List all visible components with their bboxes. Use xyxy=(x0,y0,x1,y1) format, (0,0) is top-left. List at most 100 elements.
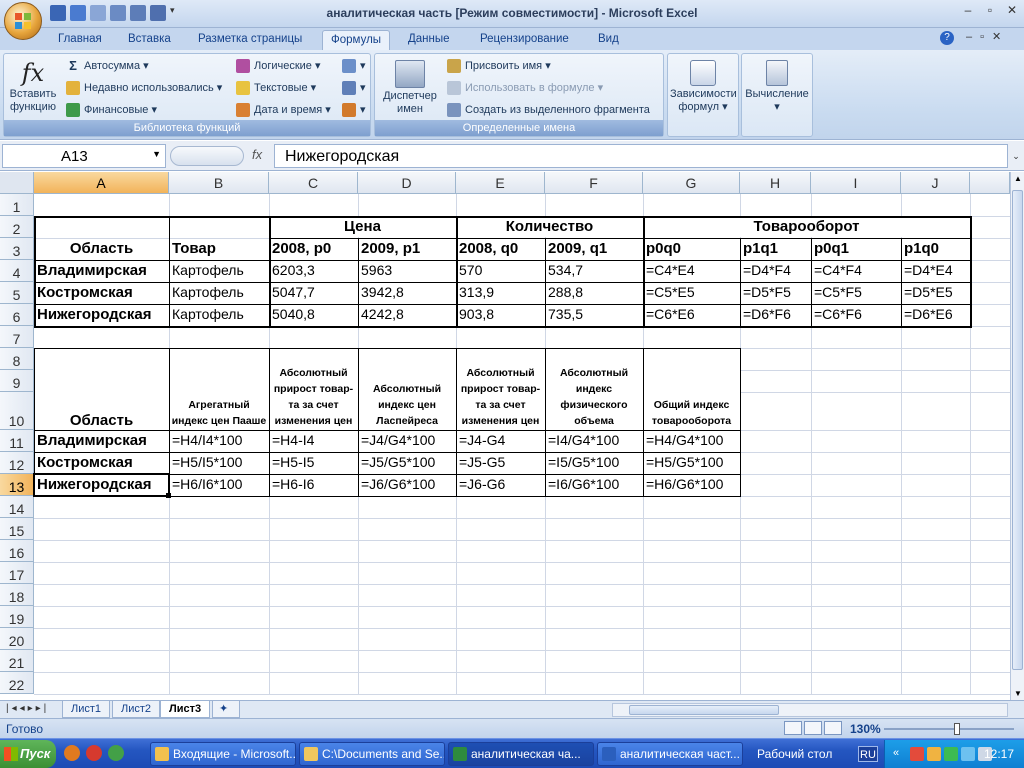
normal-view-button[interactable] xyxy=(784,721,802,735)
table2-header-G[interactable]: Общий индекс товарооборота xyxy=(643,349,740,429)
fx-button[interactable]: fx xyxy=(252,147,262,162)
table2-cell-A12[interactable]: Костромская xyxy=(34,454,169,473)
tray-icon-3[interactable] xyxy=(944,747,958,761)
table1-cell-F5[interactable]: 288,8 xyxy=(545,284,643,303)
workbook-controls[interactable]: –▫✕ xyxy=(966,30,1009,43)
insert-sheet-icon[interactable]: ✦ xyxy=(212,701,240,718)
more-functions-button[interactable]: ▾ xyxy=(342,103,366,118)
table1-header-C[interactable]: 2008, p0 xyxy=(269,240,358,259)
quantity-group-header[interactable]: Количество xyxy=(456,218,643,237)
table2-cell-C12[interactable]: =H5-I5 xyxy=(269,454,358,473)
tab-review[interactable]: Рецензирование xyxy=(472,30,577,50)
table2-cell-G11[interactable]: =H4/G4*100 xyxy=(643,432,740,451)
table1-header-I[interactable]: p0q1 xyxy=(811,240,901,259)
row-header-19[interactable]: 19 xyxy=(0,606,34,628)
table1-cell-B4[interactable]: Картофель xyxy=(169,262,269,281)
table2-header-C[interactable]: Абсолютный прирост товар-та за счет изме… xyxy=(269,349,358,429)
table2-cell-E12[interactable]: =J5-G5 xyxy=(456,454,545,473)
row-header-10[interactable]: 10 xyxy=(0,392,34,430)
sheet-tab-1[interactable]: Лист1 xyxy=(62,701,111,718)
scroll-down-icon[interactable]: ▼ xyxy=(1014,689,1022,698)
table2-header-A[interactable]: Область xyxy=(34,349,169,429)
table2-cell-A11[interactable]: Владимирская xyxy=(34,432,169,451)
lookup-functions-button[interactable]: ▾ xyxy=(342,59,366,74)
table2-cell-B13[interactable]: =H6/I6*100 xyxy=(169,476,269,495)
table1-cell-F6[interactable]: 735,5 xyxy=(545,306,643,325)
app-icon[interactable] xyxy=(108,745,124,761)
table2-cell-B11[interactable]: =H4/I4*100 xyxy=(169,432,269,451)
fill-handle[interactable] xyxy=(166,493,171,498)
close-button[interactable]: ✕ xyxy=(1004,3,1020,17)
row-header-4[interactable]: 4 xyxy=(0,260,34,282)
tab-insert[interactable]: Вставка xyxy=(120,30,179,50)
row-header-12[interactable]: 12 xyxy=(0,452,34,474)
table1-cell-G4[interactable]: =C4*E4 xyxy=(643,262,740,281)
financial-functions-button[interactable]: Финансовые ▾ xyxy=(66,103,157,118)
turnover-group-header[interactable]: Товарооборот xyxy=(643,218,970,237)
table1-cell-B6[interactable]: Картофель xyxy=(169,306,269,325)
tab-page-layout[interactable]: Разметка страницы xyxy=(190,30,310,50)
help-icon[interactable]: ? xyxy=(940,31,954,45)
formula-bar-resize-handle[interactable] xyxy=(170,146,244,166)
sheet-tab-2[interactable]: Лист2 xyxy=(112,701,161,718)
table2-cell-F13[interactable]: =I6/G6*100 xyxy=(545,476,643,495)
table1-cell-D5[interactable]: 3942,8 xyxy=(358,284,456,303)
table1-cell-J5[interactable]: =D5*E5 xyxy=(901,284,970,303)
table1-header-G[interactable]: p0q0 xyxy=(643,240,740,259)
vertical-scrollbar[interactable]: ▲ ▼ xyxy=(1010,172,1024,700)
autosum-button[interactable]: Σ Автосумма ▾ xyxy=(66,59,149,73)
table2-cell-C13[interactable]: =H6-I6 xyxy=(269,476,358,495)
datetime-functions-button[interactable]: Дата и время ▾ xyxy=(236,103,331,118)
column-header-B[interactable]: B xyxy=(169,172,269,194)
table1-cell-J4[interactable]: =D4*E4 xyxy=(901,262,970,281)
table2-cell-B12[interactable]: =H5/I5*100 xyxy=(169,454,269,473)
table1-header-F[interactable]: 2009, q1 xyxy=(545,240,643,259)
table1-cell-I4[interactable]: =C4*F4 xyxy=(811,262,901,281)
column-header-J[interactable]: J xyxy=(901,172,970,194)
table2-header-D[interactable]: Абсолютный индекс цен Ласпейреса xyxy=(358,349,456,429)
table2-header-B[interactable]: Агрегатный индекс цен Пааше xyxy=(169,349,269,429)
table1-header-J[interactable]: p1q0 xyxy=(901,240,970,259)
table2-cell-D13[interactable]: =J6/G6*100 xyxy=(358,476,456,495)
tray-expand-icon[interactable]: « xyxy=(893,747,907,761)
taskbar-excel[interactable]: аналитическая ча... xyxy=(448,742,594,766)
row-header-5[interactable]: 5 xyxy=(0,282,34,304)
maximize-button[interactable]: ▫ xyxy=(982,3,998,17)
row-header-8[interactable]: 8 xyxy=(0,348,34,370)
taskbar-explorer[interactable]: C:\Documents and Se... xyxy=(299,742,445,766)
column-header-C[interactable]: C xyxy=(269,172,358,194)
row-header-16[interactable]: 16 xyxy=(0,540,34,562)
table1-cell-F4[interactable]: 534,7 xyxy=(545,262,643,281)
row-header-13[interactable]: 13 xyxy=(0,474,34,496)
column-header-E[interactable]: E xyxy=(456,172,545,194)
row-header-22[interactable]: 22 xyxy=(0,672,34,694)
define-name-button[interactable]: Присвоить имя ▾ xyxy=(447,59,551,74)
tray-icon-4[interactable] xyxy=(961,747,975,761)
vertical-scroll-thumb[interactable] xyxy=(1012,190,1023,670)
table1-cell-C4[interactable]: 6203,3 xyxy=(269,262,358,281)
column-header-G[interactable]: G xyxy=(643,172,740,194)
horizontal-scrollbar[interactable] xyxy=(612,703,1008,717)
zoom-level[interactable]: 130% xyxy=(850,722,881,736)
taskbar-outlook[interactable]: Входящие - Microsoft... xyxy=(150,742,296,766)
page-layout-view-button[interactable] xyxy=(804,721,822,735)
calculation-button[interactable]: Вычисление ▾ xyxy=(744,58,810,114)
name-manager-button[interactable]: Диспетчер имен xyxy=(377,58,443,116)
taskbar-word[interactable]: аналитическая част... xyxy=(597,742,743,766)
table1-cell-A6[interactable]: Нижегородская xyxy=(34,306,169,325)
row-header-14[interactable]: 14 xyxy=(0,496,34,518)
table1-cell-G6[interactable]: =C6*E6 xyxy=(643,306,740,325)
tab-home[interactable]: Главная xyxy=(50,30,110,50)
table1-cell-C5[interactable]: 5047,7 xyxy=(269,284,358,303)
active-cell-selection[interactable] xyxy=(33,473,170,497)
table2-cell-F11[interactable]: =I4/G4*100 xyxy=(545,432,643,451)
table1-cell-B5[interactable]: Картофель xyxy=(169,284,269,303)
table1-header-B[interactable]: Товар xyxy=(169,240,269,259)
table2-cell-D12[interactable]: =J5/G5*100 xyxy=(358,454,456,473)
table2-cell-G12[interactable]: =H5/G5*100 xyxy=(643,454,740,473)
sheet-nav-buttons[interactable]: |◂◂▸▸| xyxy=(6,703,49,714)
row-header-20[interactable]: 20 xyxy=(0,628,34,650)
expand-formula-bar-icon[interactable]: ⌄ xyxy=(1010,146,1022,166)
row-header-1[interactable]: 1 xyxy=(0,194,34,216)
table2-header-E[interactable]: Абсолютный прирост товар-та за счет изме… xyxy=(456,349,545,429)
